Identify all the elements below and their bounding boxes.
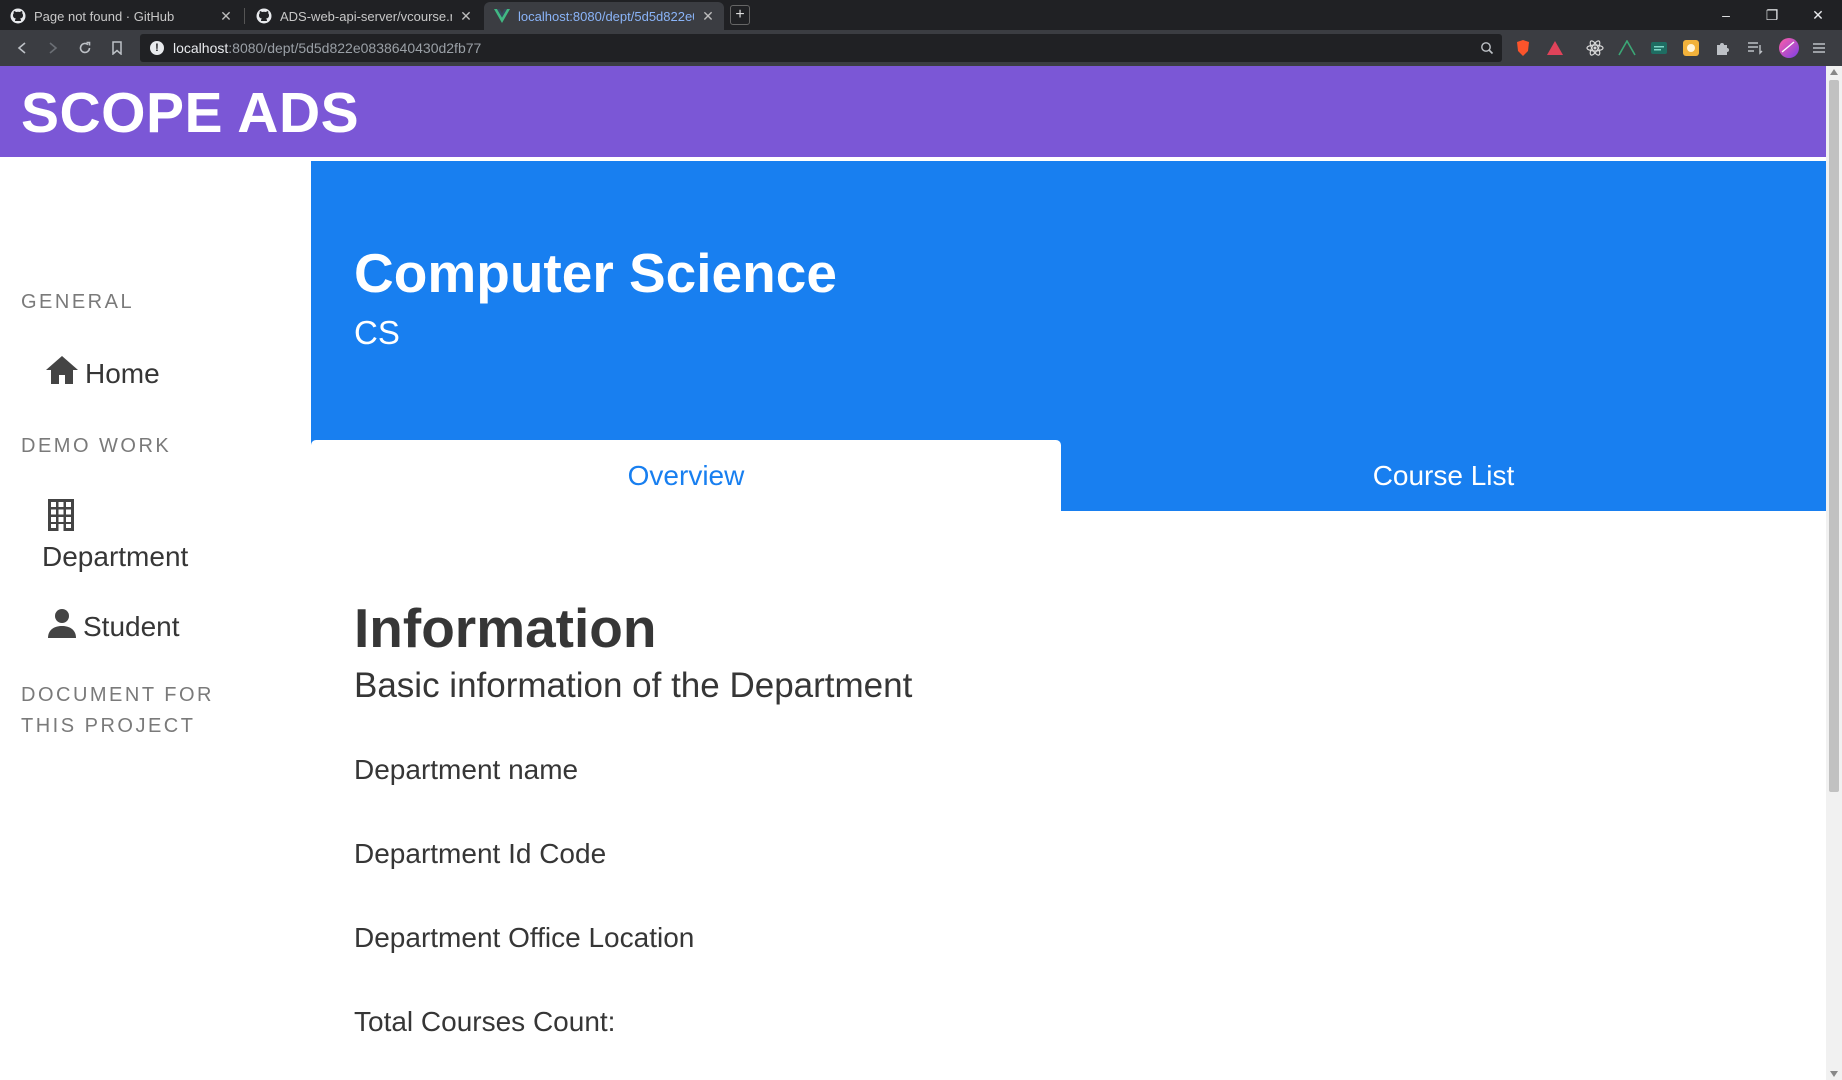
tab-title: localhost:8080/dept/5d5d822e083 bbox=[518, 8, 694, 24]
field-department-name: Department name bbox=[354, 754, 579, 785]
tab-title: ADS-web-api-server/vcourse.md a bbox=[280, 8, 452, 24]
browser-tab-1[interactable]: Page not found · GitHub ✕ bbox=[0, 2, 242, 30]
sidebar-section-demo-work: DEMO WORK bbox=[21, 435, 172, 457]
brand-logo-text[interactable]: SCOPE ADS bbox=[21, 80, 359, 146]
scroll-down-arrow-icon[interactable] bbox=[1830, 1071, 1838, 1077]
web-page: SCOPE ADS GENERAL Home DEMO WORK Departm… bbox=[0, 66, 1826, 1080]
sidebar-item-student[interactable]: Student bbox=[47, 608, 180, 645]
github-icon bbox=[256, 8, 272, 24]
field-total-courses-count: Total Courses Count: bbox=[354, 1006, 616, 1037]
building-icon bbox=[48, 499, 262, 541]
zoom-icon[interactable] bbox=[1478, 39, 1496, 57]
brave-rewards-icon[interactable] bbox=[1546, 39, 1564, 57]
window-close-button[interactable]: ✕ bbox=[1796, 0, 1840, 30]
bookmark-icon[interactable] bbox=[106, 37, 128, 59]
brave-shield-icon[interactable] bbox=[1514, 39, 1532, 57]
scroll-up-arrow-icon[interactable] bbox=[1830, 69, 1838, 75]
react-devtools-icon[interactable] bbox=[1586, 39, 1604, 57]
menu-icon[interactable] bbox=[1810, 39, 1828, 57]
minimize-button[interactable]: – bbox=[1704, 0, 1748, 30]
browser-toolbar: ! localhost :8080/dept/5d5d822e083864043… bbox=[0, 30, 1842, 66]
browser-tab-3[interactable]: localhost:8080/dept/5d5d822e083 ✕ bbox=[484, 2, 724, 30]
sidebar-item-department[interactable]: Department bbox=[42, 499, 262, 573]
new-tab-button[interactable]: + bbox=[730, 5, 750, 25]
direct-link-icon[interactable] bbox=[1650, 39, 1668, 57]
sidebar-item-label: Department bbox=[42, 541, 189, 572]
tab-title: Page not found · GitHub bbox=[34, 8, 175, 24]
tab-separator bbox=[244, 8, 245, 24]
github-icon bbox=[10, 8, 26, 24]
url-path: :8080/dept/5d5d822e0838640430d2fb77 bbox=[228, 40, 482, 56]
department-code: CS bbox=[354, 314, 400, 351]
page-scrollbar[interactable] bbox=[1826, 66, 1842, 1080]
sidebar-item-home[interactable]: Home bbox=[45, 355, 160, 392]
close-icon[interactable]: ✕ bbox=[458, 8, 474, 25]
sidebar-item-label: Home bbox=[85, 358, 160, 389]
close-icon[interactable]: ✕ bbox=[700, 8, 716, 25]
vue-devtools-icon[interactable] bbox=[1618, 39, 1636, 57]
sidebar-section-document: DOCUMENT FOR THIS PROJECT bbox=[21, 684, 214, 737]
forward-icon[interactable] bbox=[42, 37, 64, 59]
user-icon bbox=[47, 608, 77, 645]
browser-tab-2[interactable]: ADS-web-api-server/vcourse.md a ✕ bbox=[246, 2, 482, 30]
tab-course-list[interactable]: Course List bbox=[1061, 440, 1826, 511]
field-department-office-location: Department Office Location bbox=[354, 922, 695, 953]
browser-tab-bar: Page not found · GitHub ✕ ADS-web-api-se… bbox=[0, 0, 1842, 30]
sidebar-item-label: Student bbox=[83, 611, 180, 642]
sidebar: GENERAL Home DEMO WORK Department Studen… bbox=[0, 157, 311, 1080]
field-department-id-code: Department Id Code bbox=[354, 838, 607, 869]
app-navbar: SCOPE ADS bbox=[0, 66, 1826, 157]
reload-icon[interactable] bbox=[74, 37, 96, 59]
close-icon[interactable]: ✕ bbox=[218, 8, 234, 25]
section-subtitle: Basic information of the Department bbox=[354, 666, 913, 705]
address-bar[interactable]: ! localhost :8080/dept/5d5d822e083864043… bbox=[140, 34, 1502, 62]
extension-icon[interactable] bbox=[1682, 39, 1700, 57]
url-host: localhost bbox=[173, 40, 229, 56]
reading-list-icon[interactable] bbox=[1746, 39, 1764, 57]
site-info-icon[interactable]: ! bbox=[150, 41, 164, 55]
sidebar-section-general: GENERAL bbox=[21, 291, 135, 313]
back-icon[interactable] bbox=[11, 37, 33, 59]
profile-avatar-icon[interactable] bbox=[1778, 37, 1800, 59]
scrollbar-thumb[interactable] bbox=[1829, 80, 1839, 792]
vue-icon bbox=[494, 8, 510, 24]
puzzle-icon[interactable] bbox=[1714, 39, 1732, 57]
section-title: Information bbox=[354, 597, 657, 659]
restore-button[interactable]: ❐ bbox=[1750, 0, 1794, 30]
home-icon bbox=[45, 355, 79, 392]
tab-overview[interactable]: Overview bbox=[311, 440, 1061, 511]
department-title: Computer Science bbox=[354, 242, 837, 304]
